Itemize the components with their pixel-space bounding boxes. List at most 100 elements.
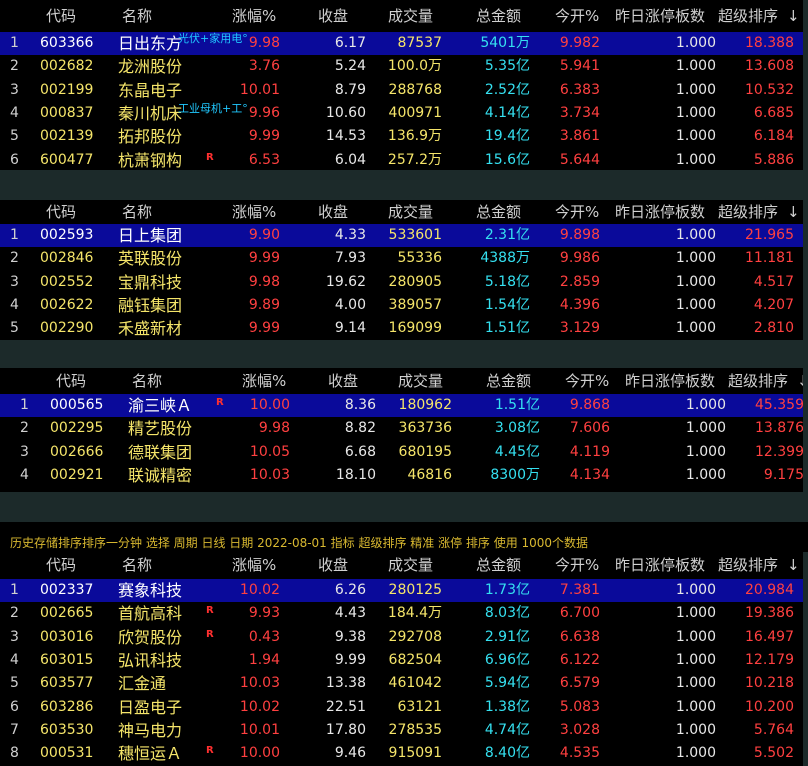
table-row[interactable]: 5 002290 禾盛新材 9.99 9.14 169099 1.51亿 3.129 1.000… xyxy=(0,317,803,340)
column-header-volume[interactable]: 成交量 xyxy=(388,554,448,577)
cell-volume: 280905 xyxy=(388,273,442,290)
column-header-name[interactable]: 名称 xyxy=(122,554,182,577)
column-header-rank[interactable]: 超级排序 xyxy=(718,201,786,224)
cell-amount: 2.52亿 xyxy=(484,81,530,98)
table-row[interactable]: 1 002337 赛象科技 10.02 6.26 280125 1.73亿 7.381 1.00… xyxy=(0,579,803,602)
table-row[interactable]: 4 603015 弘讯科技 1.94 9.99 682504 6.96亿 6.122 1.000… xyxy=(0,649,803,672)
cell-limit: 1.000 xyxy=(675,35,716,51)
table-row[interactable]: 7 603530 神马电力 10.01 17.80 278535 4.74亿 3.028 1.0… xyxy=(0,719,803,742)
table-row[interactable]: 6 603286 日盈电子 10.02 22.51 63121 1.38亿 5.083 1.00… xyxy=(0,696,803,719)
cell-name: 神马电力 xyxy=(118,720,183,740)
r-badge-icon: R xyxy=(206,745,214,757)
sort-desc-icon[interactable]: ↓ xyxy=(787,201,800,224)
column-header-code[interactable]: 代码 xyxy=(56,370,116,393)
cell-code: 002199 xyxy=(40,81,94,98)
column-header-rank[interactable]: 超级排序 xyxy=(718,5,786,28)
cell-limit: 1.000 xyxy=(675,582,716,598)
column-header-limit[interactable]: 昨日涨停板数 xyxy=(615,554,715,577)
cell-change: 9.99 xyxy=(248,320,280,337)
table-row[interactable]: 6 600477 杭萧钢构 6.53 6.04 257.2万 15.6亿 5.644 1.000… xyxy=(0,149,803,171)
column-header-change[interactable]: 涨幅% xyxy=(232,5,292,28)
cell-name: 精艺股份 xyxy=(128,419,193,439)
table-row[interactable]: 3 002199 东晶电子 10.01 8.79 288768 2.52亿 6.383 1.00… xyxy=(0,79,803,102)
cell-amount: 19.4亿 xyxy=(484,128,530,145)
cell-no: 7 xyxy=(10,721,19,738)
table-row[interactable]: 3 002552 宝鼎科技 9.98 19.62 280905 5.18亿 2.859 1.00… xyxy=(0,271,803,294)
column-header-volume[interactable]: 成交量 xyxy=(388,5,448,28)
sort-desc-icon[interactable]: ↓ xyxy=(787,5,800,28)
cell-code: 603286 xyxy=(40,698,94,715)
table-row[interactable]: 4 002921 联诚精密 10.03 18.10 46816 8300万 4.134 1.00… xyxy=(0,464,803,487)
column-header-name[interactable]: 名称 xyxy=(122,201,182,224)
cell-name: 渝三峡Ａ xyxy=(128,396,193,415)
column-header-change[interactable]: 涨幅% xyxy=(232,554,292,577)
column-header-amount[interactable]: 总金额 xyxy=(486,370,546,393)
table-row[interactable]: 5 603577 汇金通 10.03 13.38 461042 5.94亿 6.579 1.00… xyxy=(0,672,803,695)
cell-close: 6.26 xyxy=(334,582,366,598)
column-header-amount[interactable]: 总金额 xyxy=(476,201,536,224)
column-header-limit[interactable]: 昨日涨停板数 xyxy=(615,201,715,224)
cell-name: 东晶电子 xyxy=(118,80,183,100)
cell-open: 7.606 xyxy=(569,420,610,437)
table-row[interactable]: 2 002846 英联股份 9.99 7.93 55336 4388万 9.986 1.000 1… xyxy=(0,247,803,270)
column-header-limit[interactable]: 昨日涨停板数 xyxy=(615,5,715,28)
table-row[interactable]: 3 003016 欣贺股份 0.43 9.38 292708 2.91亿 6.638 1.000… xyxy=(0,626,803,649)
table-row[interactable]: 8 000531 穗恒运Ａ 10.00 9.46 915091 8.40亿 4.535 1.00… xyxy=(0,742,803,765)
cell-no: 3 xyxy=(10,628,19,645)
cell-limit: 1.000 xyxy=(675,628,716,645)
column-header-open[interactable]: 今开% xyxy=(555,554,615,577)
table-row[interactable]: 2 002295 精艺股份 9.98 8.82 363736 3.08亿 7.606 1.000… xyxy=(0,417,803,440)
table-row[interactable]: 3 002666 德联集团 10.05 6.68 680195 4.45亿 4.119 1.00… xyxy=(0,441,803,464)
cell-no: 2 xyxy=(20,420,29,437)
cell-code: 002593 xyxy=(40,227,94,243)
cell-close: 13.38 xyxy=(325,675,366,692)
column-header-open[interactable]: 今开% xyxy=(555,201,615,224)
column-header-close[interactable]: 收盘 xyxy=(318,554,368,577)
cell-no: 1 xyxy=(20,397,29,413)
column-header-limit[interactable]: 昨日涨停板数 xyxy=(625,370,725,393)
column-header-volume[interactable]: 成交量 xyxy=(398,370,458,393)
column-header-amount[interactable]: 总金额 xyxy=(476,554,536,577)
column-header-open[interactable]: 今开% xyxy=(565,370,625,393)
cell-code: 002622 xyxy=(40,296,94,313)
column-header-name[interactable]: 名称 xyxy=(132,370,192,393)
column-header-close[interactable]: 收盘 xyxy=(318,5,368,28)
cell-no: 4 xyxy=(10,296,19,313)
column-header-close[interactable]: 收盘 xyxy=(328,370,378,393)
cell-amount: 4.45亿 xyxy=(494,443,540,460)
sort-desc-icon[interactable]: ↓ xyxy=(787,554,800,577)
cell-rank: 19.386 xyxy=(745,605,794,622)
column-header-rank[interactable]: 超级排序 xyxy=(718,554,786,577)
cell-open: 4.396 xyxy=(559,296,600,313)
cell-no: 1 xyxy=(10,582,19,598)
column-header-open[interactable]: 今开% xyxy=(555,5,615,28)
table-row[interactable]: 1 000565 渝三峡Ａ 10.00 8.36 180962 1.51亿 9.868 1.00… xyxy=(0,394,803,417)
table-row[interactable]: 4 000837 秦川机床 9.96 10.60 400971 4.14亿 3.734 1.00… xyxy=(0,102,803,125)
sort-desc-icon[interactable]: ↓ xyxy=(797,370,803,393)
cell-close: 9.46 xyxy=(334,745,366,762)
column-header-amount[interactable]: 总金额 xyxy=(476,5,536,28)
table-row[interactable]: 4 002622 融钰集团 9.89 4.00 389057 1.54亿 4.396 1.000… xyxy=(0,294,803,317)
cell-close: 9.14 xyxy=(334,320,366,337)
table-row[interactable]: 2 002665 首航高科 9.93 4.43 184.4万 8.03亿 6.700 1.000… xyxy=(0,602,803,625)
column-header-volume[interactable]: 成交量 xyxy=(388,201,448,224)
table-row[interactable]: 5 002139 拓邦股份 9.99 14.53 136.9万 19.4亿 3.861 1.00… xyxy=(0,125,803,148)
table-row[interactable]: 1 002593 日上集团 9.90 4.33 533601 2.31亿 9.898 1.000… xyxy=(0,224,803,247)
cell-amount: 4388万 xyxy=(480,250,530,267)
column-header-code[interactable]: 代码 xyxy=(46,5,106,28)
cell-open: 9.898 xyxy=(559,227,600,243)
table-row[interactable]: 2 002682 龙洲股份 3.76 5.24 100.0万 5.35亿 5.941 1.000… xyxy=(0,55,803,78)
column-header-change[interactable]: 涨幅% xyxy=(242,370,302,393)
column-header-name[interactable]: 名称 xyxy=(122,5,182,28)
cell-code: 002290 xyxy=(40,320,94,337)
column-header-change[interactable]: 涨幅% xyxy=(232,201,292,224)
column-header-code[interactable]: 代码 xyxy=(46,554,106,577)
column-header-close[interactable]: 收盘 xyxy=(318,201,368,224)
table-row[interactable]: 1 603366 日出东方 9.98 6.17 87537 5401万 9.982 1.000 1… xyxy=(0,32,803,55)
column-header-rank[interactable]: 超级排序 xyxy=(728,370,796,393)
cell-name: 欣贺股份 xyxy=(118,627,183,647)
table-header: 代码名称 涨幅% 收盘成交量 总金额今开%昨日涨停板数超级排序↓ xyxy=(0,370,803,393)
column-header-code[interactable]: 代码 xyxy=(46,201,106,224)
ranking-table-4: 代码 名称 涨幅% 收盘 成交量 总金额 今开% 昨日涨停板数 超级排序 ↓ 1 002337 赛象科技… xyxy=(0,552,803,766)
cell-amount: 1.51亿 xyxy=(494,397,540,413)
